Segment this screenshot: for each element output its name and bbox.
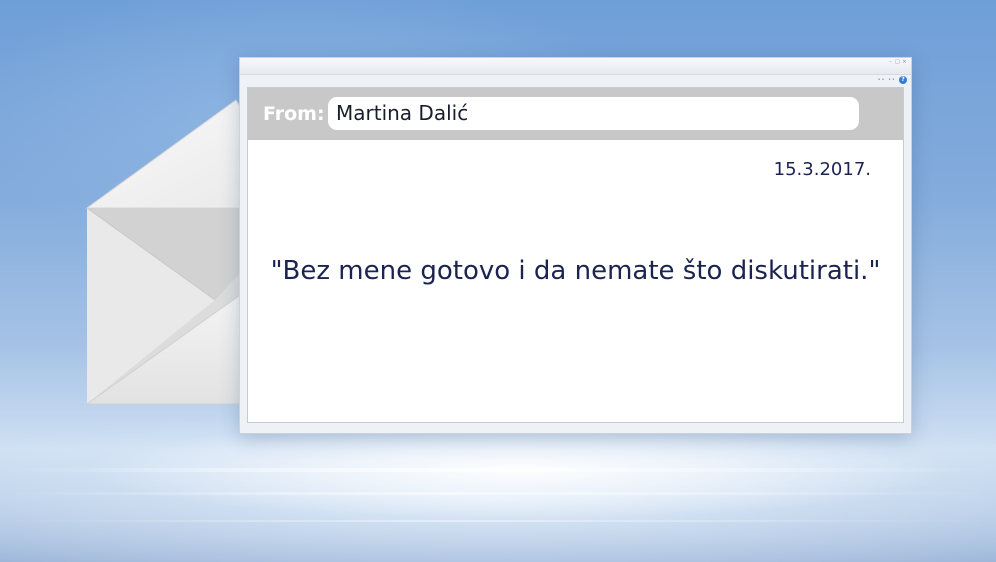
from-field[interactable]: Martina Dalić [328, 97, 859, 130]
from-bar: From: Martina Dalić [248, 88, 903, 140]
mail-body-quote: "Bez mene gotovo i da nemate što diskuti… [270, 256, 881, 286]
help-icon[interactable]: ? [899, 76, 907, 84]
window-toolbar: •• •• ? [240, 75, 911, 87]
maximize-icon[interactable]: □ [895, 60, 900, 65]
toolbar-dots-icon: •• •• [877, 77, 896, 83]
minimize-icon[interactable]: – [888, 60, 893, 65]
close-icon[interactable]: × [902, 60, 907, 65]
background-light-streak-1 [0, 468, 996, 472]
background-light-streak-3 [0, 520, 996, 522]
background-light-streak-2 [0, 492, 996, 495]
window-titlebar: – □ × [240, 58, 911, 75]
from-label: From: [263, 103, 325, 125]
mail-date: 15.3.2017. [773, 159, 871, 180]
mail-window: – □ × •• •• ? From: Martina Dalić 15.3.2… [239, 57, 912, 434]
window-controls: – □ × [888, 60, 907, 65]
mail-pane: From: Martina Dalić 15.3.2017. "Bez mene… [247, 87, 904, 423]
